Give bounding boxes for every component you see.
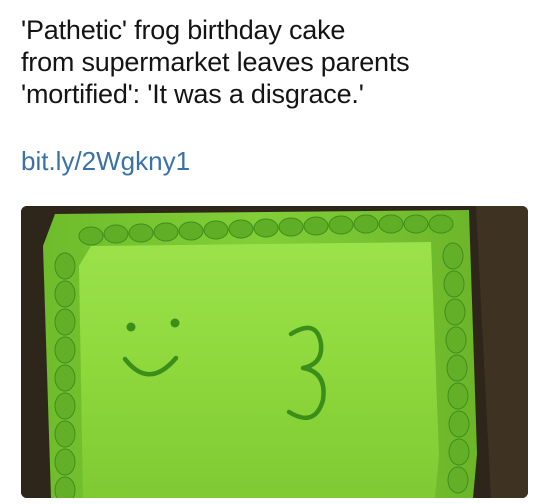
headline-line-2: from supermarket leaves parents	[21, 47, 410, 77]
smiley-right-eye	[170, 318, 180, 328]
smiley-left-eye	[126, 322, 136, 332]
cake-photo[interactable]	[21, 206, 528, 498]
headline-line-1: 'Pathetic' frog birthday cake	[21, 15, 346, 45]
cake-illustration	[21, 206, 528, 498]
article-link[interactable]: bit.ly/2Wgkny1	[21, 146, 190, 176]
post-headline: 'Pathetic' frog birthday cake from super…	[21, 14, 531, 110]
headline-line-3: 'mortified': 'It was a disgrace.'	[21, 79, 364, 109]
piped-border-left	[54, 252, 76, 498]
